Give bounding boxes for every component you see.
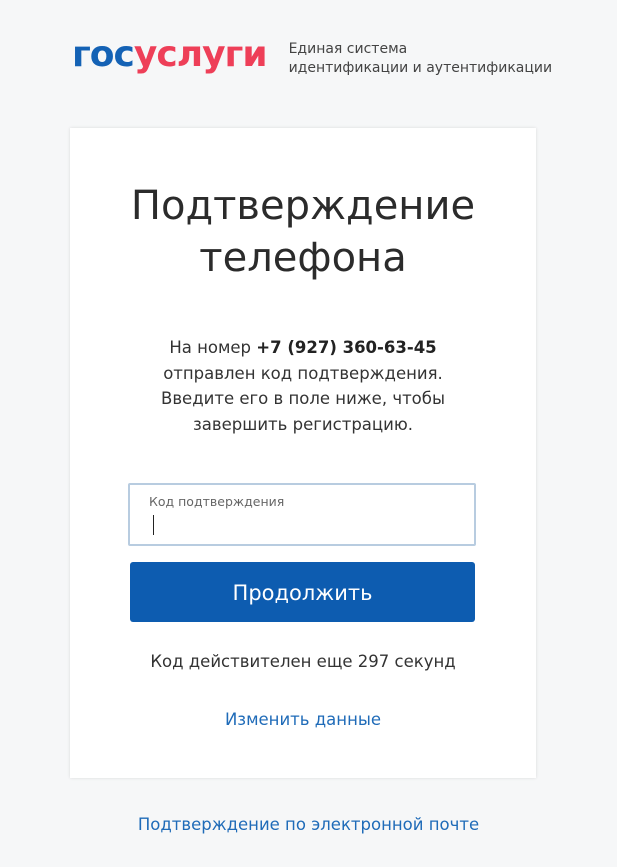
tagline-line-1: Единая система xyxy=(288,41,408,57)
description-line-3: Введите его в поле ниже, чтобы xyxy=(161,389,445,408)
change-data-link[interactable]: Изменить данные xyxy=(70,710,536,729)
logo-part-gos: гос xyxy=(72,34,135,75)
code-field[interactable]: Код подтверждения xyxy=(128,483,476,546)
continue-button[interactable]: Продолжить xyxy=(130,562,475,622)
confirmation-card: Подтверждение телефона На номер +7 (927)… xyxy=(70,128,536,778)
code-field-label: Код подтверждения xyxy=(149,494,285,509)
phone-number: +7 (927) 360-63-45 xyxy=(256,338,437,357)
page: госуслуги Единая система идентификации и… xyxy=(0,0,617,867)
description-prefix: На номер xyxy=(169,338,257,357)
tagline-line-2: идентификации и аутентификации xyxy=(288,60,553,76)
description-line-4: завершить регистрацию. xyxy=(192,414,413,434)
description-line-1: На номер +7 (927) 360-63-45 xyxy=(70,335,536,361)
gosuslugi-logo[interactable]: госуслуги xyxy=(72,34,268,75)
title-line-1: Подтверждение xyxy=(130,183,476,229)
title-line-2: телефона xyxy=(199,235,407,281)
code-timer: Код действителен еще 297 секунд xyxy=(150,652,456,671)
description: На номер +7 (927) 360-63-45 отправлен ко… xyxy=(70,335,536,437)
logo-part-uslugi: услуги xyxy=(133,34,268,75)
code-input[interactable] xyxy=(149,513,449,537)
header: госуслуги Единая система идентификации и… xyxy=(72,35,552,78)
tagline: Единая система идентификации и аутентифи… xyxy=(289,40,553,78)
page-title: Подтверждение телефона xyxy=(70,180,536,284)
email-confirmation-link[interactable]: Подтверждение по электронной почте xyxy=(0,815,617,834)
description-line-2: отправлен код подтверждения. xyxy=(163,363,443,383)
